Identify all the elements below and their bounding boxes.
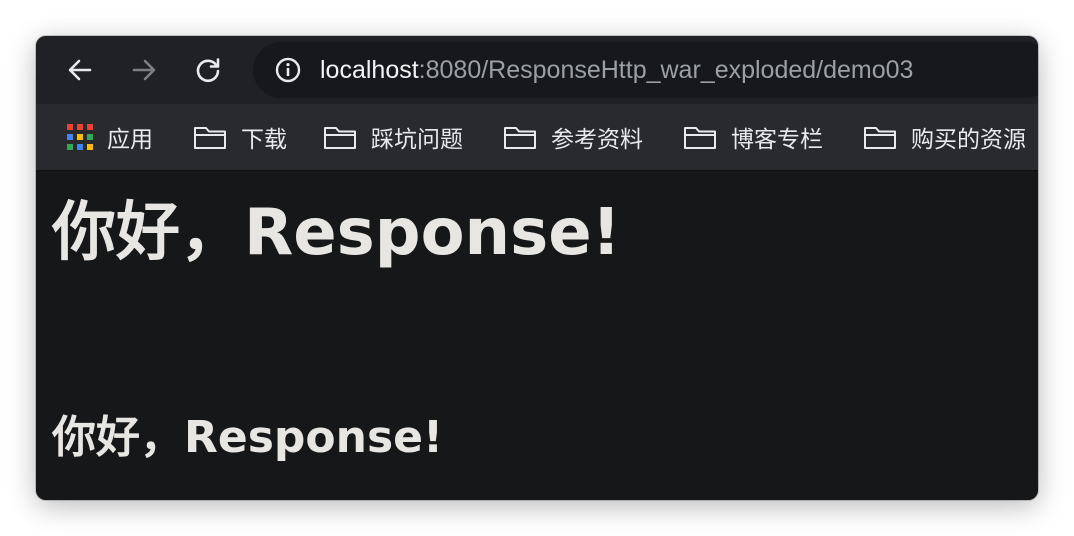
bookmark-label: 踩坑问题 <box>371 127 463 153</box>
folder-icon <box>504 127 536 149</box>
folder-icon <box>864 127 896 149</box>
bookmark-apps[interactable]: 应用 <box>67 104 153 170</box>
page-heading-large: 你好，Response! <box>52 196 621 270</box>
bookmark-folder-blog[interactable]: 博客专栏 <box>683 104 823 170</box>
bookmark-label: 下载 <box>241 127 287 153</box>
bookmarks-bar: 应用 下载 踩坑问题 参考资料 博客专栏 购买的资源 <box>36 104 1038 171</box>
browser-toolbar: localhost:8080/ResponseHttp_war_exploded… <box>36 36 1038 104</box>
arrow-left-icon <box>68 59 92 81</box>
info-icon[interactable] <box>275 57 301 83</box>
address-bar[interactable]: localhost:8080/ResponseHttp_war_exploded… <box>253 42 1038 98</box>
bookmark-folder-pitfalls[interactable]: 踩坑问题 <box>323 104 463 170</box>
bookmark-label: 应用 <box>107 127 153 153</box>
url-path: :8080/ResponseHttp_war_exploded/demo03 <box>418 56 914 84</box>
page-content: 你好，Response! 你好，Response! <box>36 171 1038 500</box>
apps-grid-icon <box>67 124 93 150</box>
reload-button[interactable] <box>188 50 228 90</box>
folder-icon <box>324 127 356 149</box>
bookmark-label: 博客专栏 <box>731 127 823 153</box>
browser-window: localhost:8080/ResponseHttp_war_exploded… <box>36 36 1038 500</box>
bookmark-folder-downloads[interactable]: 下载 <box>193 104 287 170</box>
arrow-right-icon <box>132 59 156 81</box>
reload-icon <box>196 58 220 83</box>
bookmark-folder-references[interactable]: 参考资料 <box>503 104 643 170</box>
bookmark-label: 购买的资源 <box>911 127 1026 153</box>
bookmark-label: 参考资料 <box>551 127 643 153</box>
page-heading-small: 你好，Response! <box>52 412 444 463</box>
url-text[interactable]: localhost:8080/ResponseHttp_war_exploded… <box>320 42 913 98</box>
forward-button[interactable] <box>124 50 164 90</box>
bookmark-folder-purchased[interactable]: 购买的资源 <box>863 104 1026 170</box>
back-button[interactable] <box>60 50 100 90</box>
folder-icon <box>684 127 716 149</box>
folder-icon <box>194 127 226 149</box>
url-host: localhost <box>320 56 419 84</box>
